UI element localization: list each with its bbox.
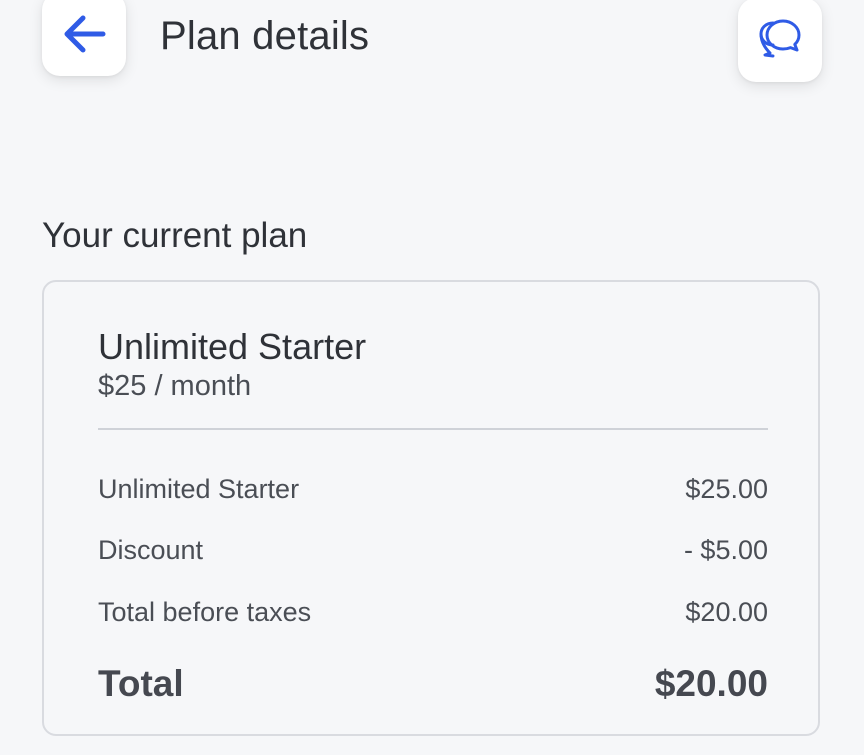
line-item-value: - $5.00 [683, 535, 768, 565]
line-item-value: $20.00 [685, 597, 768, 627]
plan-card: Unlimited Starter $25 / month Unlimited … [42, 280, 820, 736]
line-item-label: Total before taxes [98, 597, 312, 627]
total-row: Total $20.00 [98, 663, 768, 705]
arrow-left-icon [64, 15, 106, 53]
line-item-value: $25.00 [685, 474, 768, 504]
section-title: Your current plan [42, 216, 308, 255]
plan-price: $25 / month [98, 370, 252, 402]
line-item-label: Discount [98, 535, 204, 565]
line-item-label: Unlimited Starter [98, 474, 300, 504]
total-label: Total [98, 663, 184, 704]
plan-name: Unlimited Starter [98, 326, 367, 367]
line-item-subtotal: Total before taxes $20.00 [98, 597, 768, 628]
total-value: $20.00 [654, 663, 768, 704]
divider [98, 428, 768, 430]
line-item-plan: Unlimited Starter $25.00 [98, 474, 768, 505]
back-button[interactable] [42, 0, 126, 76]
chat-button[interactable] [738, 0, 822, 82]
chat-bubbles-icon [759, 19, 801, 58]
header: Plan details [0, 0, 864, 100]
line-item-discount: Discount - $5.00 [98, 535, 768, 566]
page-title: Plan details [160, 14, 370, 58]
